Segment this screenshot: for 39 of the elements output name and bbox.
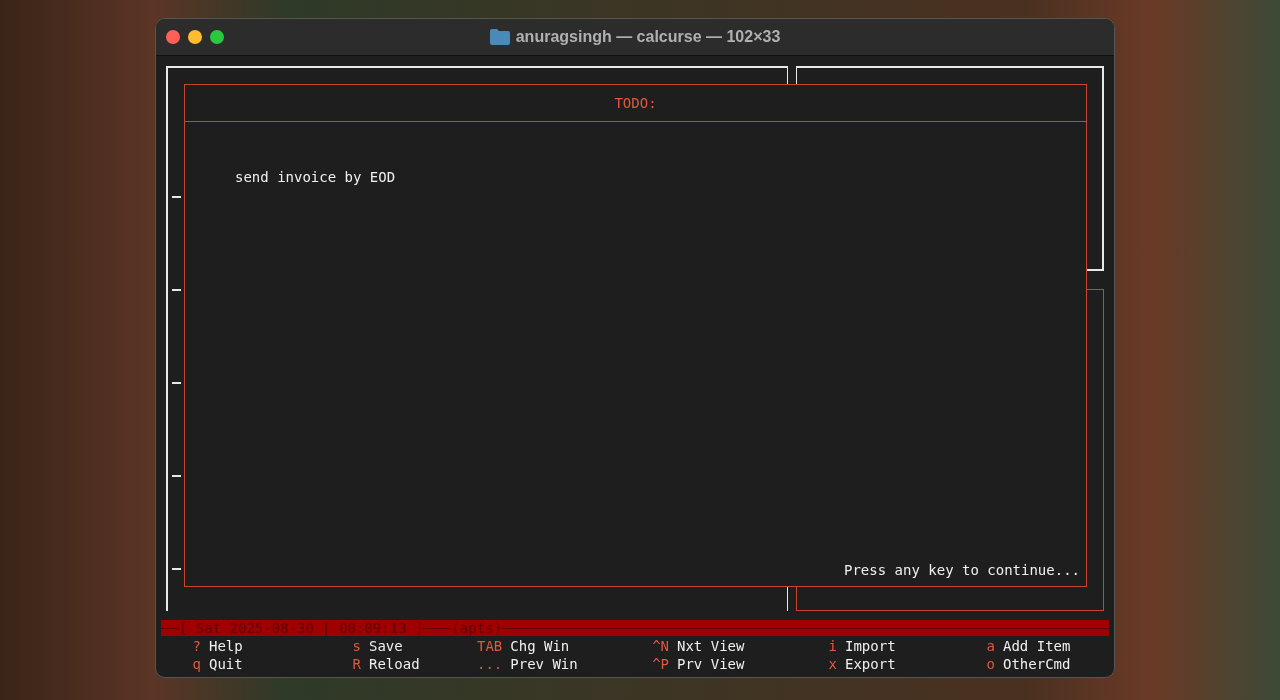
shortcut-key: s [337,638,361,654]
tick-mark [172,289,181,291]
tick-mark [172,568,181,570]
shortcut-key: ^P [645,656,669,672]
shortcut-label: Save [369,638,403,654]
tick-mark [172,475,181,477]
shortcut-key: q [177,656,201,672]
shortcut-label: Help [209,638,243,654]
shortcut-label: Nxt View [677,638,745,654]
shortcut-label: OtherCmd [1003,656,1071,672]
shortcut-label: Import [845,638,896,654]
shortcut-key: ? [177,638,201,654]
todo-item: send invoice by EOD [235,169,396,185]
shortcut-label: Quit [209,656,243,672]
maximize-button[interactable] [210,30,224,44]
shortcut-label: Add Item [1003,638,1071,654]
close-button[interactable] [166,30,180,44]
tick-mark [172,196,181,198]
tick-mark [172,382,181,384]
shortcut-key: i [813,638,837,654]
shortcut-key: TAB [477,638,503,654]
shortcut-key: R [337,656,361,672]
shortcut-key: a [971,638,995,654]
view-label: (apts) [451,620,502,636]
shortcut-key: o [971,656,995,672]
shortcut-key: ... [477,656,503,672]
continue-prompt: Press any key to continue... [844,562,1080,578]
shortcut-key: ^N [645,638,669,654]
shortcut-label: Export [845,656,896,672]
shortcut-key: x [813,656,837,672]
window-title: anuragsingh — calcurse — 102×33 [515,28,781,46]
date-time: [ Sat 2025-08-30 | 08:09:13 ] [179,620,424,636]
shortcut-label: Reload [369,656,420,672]
popup-title: TODO: [614,95,657,111]
minimize-button[interactable] [188,30,202,44]
shortcut-label: Chg Win [510,638,570,654]
folder-icon [489,29,510,45]
shortcut-label: Prev Win [510,656,578,672]
shortcut-label: Prv View [677,656,745,672]
